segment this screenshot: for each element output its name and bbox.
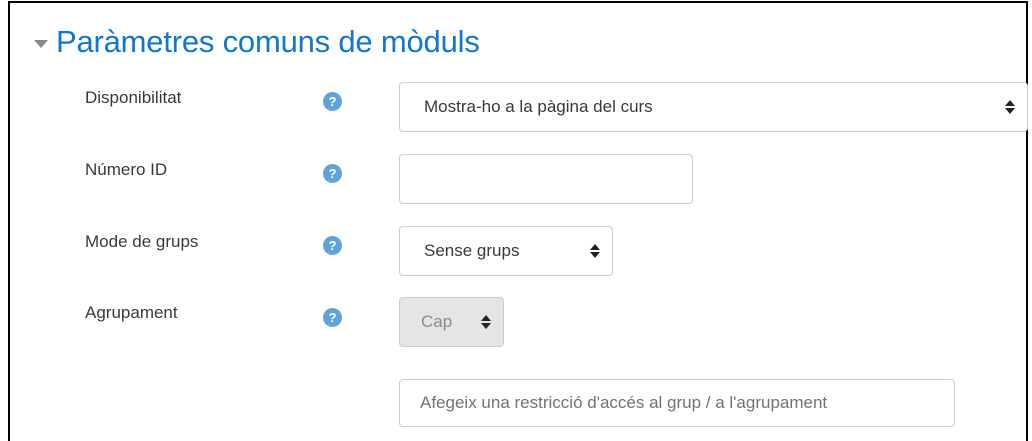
add-group-restriction-button[interactable]: Afegeix una restricció d'accés al grup /… (399, 379, 955, 427)
groupmode-select[interactable]: Sense grups (399, 226, 613, 276)
section-toggle[interactable]: Paràmetres comuns de mòduls (26, 19, 480, 65)
availability-label: Disponibilitat (85, 88, 182, 107)
availability-help-icon[interactable]: ? (323, 92, 342, 111)
grouping-select-value: Cap (421, 312, 453, 331)
grouping-help-icon[interactable]: ? (323, 308, 342, 327)
form-section-frame: Paràmetres comuns de mòduls Disponibilit… (8, 1, 1028, 441)
grouping-select: Cap (399, 297, 504, 347)
idnumber-label: Número ID (85, 160, 168, 179)
idnumber-input[interactable] (399, 154, 693, 204)
availability-select[interactable]: Mostra-ho a la pàgina del curs (399, 82, 1028, 132)
grouping-label: Agrupament (85, 303, 178, 322)
select-arrows-icon (1005, 100, 1015, 114)
idnumber-help-icon[interactable]: ? (323, 164, 342, 183)
select-arrows-icon (590, 244, 600, 258)
groupmode-help-icon[interactable]: ? (323, 236, 342, 255)
select-arrows-icon (481, 315, 491, 329)
groupmode-select-value: Sense grups (424, 241, 520, 260)
availability-select-value: Mostra-ho a la pàgina del curs (424, 97, 653, 116)
collapse-caret-icon (34, 40, 48, 48)
groupmode-label: Mode de grups (85, 232, 199, 251)
section-title: Paràmetres comuns de mòduls (56, 24, 480, 59)
